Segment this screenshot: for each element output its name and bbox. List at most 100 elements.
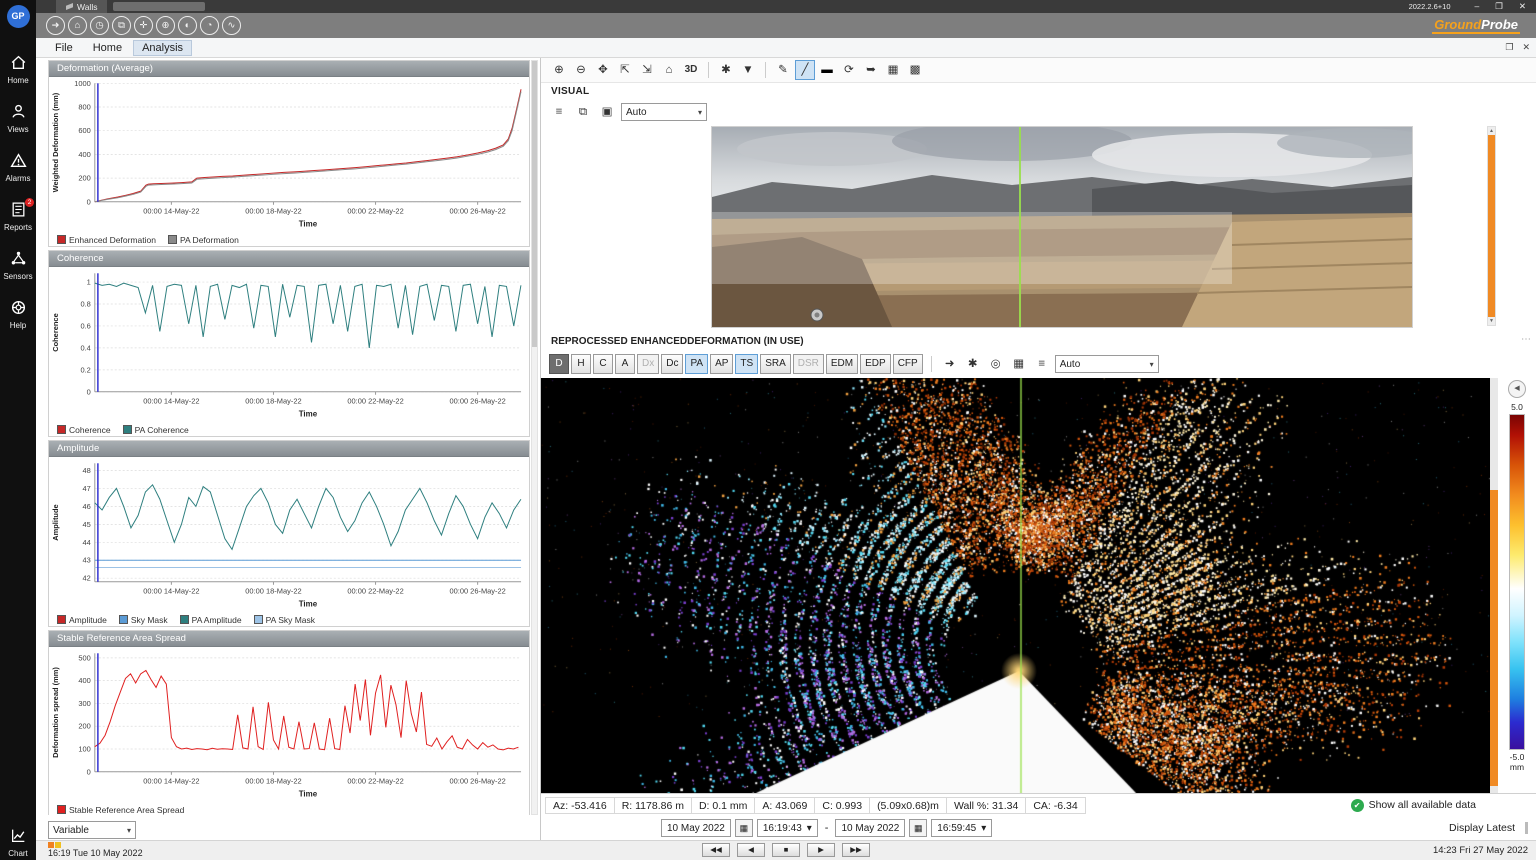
3d-view-icon[interactable]: 3D (681, 60, 701, 80)
doc-restore-button[interactable]: ❐ (1505, 42, 1513, 53)
sidebar-item-reports[interactable]: 2Reports (0, 201, 36, 232)
scale-mode-select[interactable]: Auto▾ (1055, 355, 1159, 373)
wave-icon[interactable]: ∿ (222, 16, 241, 35)
menu-tab-file[interactable]: File (46, 40, 82, 56)
collapse-colorbar-button[interactable]: ◀ (1508, 380, 1526, 398)
legend-item[interactable]: PA Amplitude (180, 615, 242, 625)
legend-item[interactable]: PA Deformation (168, 235, 239, 245)
radar-scrollbar[interactable] (1490, 378, 1498, 793)
close-button[interactable]: ✕ (1519, 1, 1526, 12)
from-date-picker[interactable]: 10 May 2022 (661, 819, 731, 837)
menu-tab-analysis[interactable]: Analysis (133, 40, 192, 56)
table-edit-icon[interactable]: ▩ (905, 60, 925, 80)
layer-button-ap[interactable]: AP (710, 354, 733, 374)
step-back-button[interactable]: ◀ (737, 843, 765, 857)
zoom-out-icon[interactable]: ⊖ (571, 60, 591, 80)
chart-plot[interactable]: 00.20.40.60.8100:00 14-May-2200:00 18-Ma… (49, 267, 529, 420)
layers-icon[interactable]: ⧉ (573, 102, 593, 122)
reset-view-icon[interactable]: ⇲ (637, 60, 657, 80)
layer-button-edp[interactable]: EDP (860, 354, 891, 374)
legend-item[interactable]: Enhanced Deformation (57, 235, 156, 245)
sidebar-item-chart[interactable]: Chart (0, 827, 36, 858)
visual-scrollbar[interactable]: ▲ ▼ (1487, 126, 1496, 326)
table-icon[interactable]: ▦ (883, 60, 903, 80)
layer-button-c[interactable]: C (593, 354, 613, 374)
edit-region-icon[interactable]: ✎ (773, 60, 793, 80)
from-time-picker[interactable]: 16:19:43▾ (757, 819, 818, 837)
variable-select[interactable]: Variable▾ (48, 821, 136, 839)
contrast-icon[interactable]: ◐ (178, 16, 197, 35)
home-icon[interactable]: ⌂ (68, 16, 87, 35)
legend-item[interactable]: Coherence (57, 425, 111, 435)
legend-item[interactable]: Stable Reference Area Spread (57, 805, 184, 815)
panorama-image[interactable] (711, 126, 1413, 328)
legend-item[interactable]: Amplitude (57, 615, 107, 625)
visual-scroll-thumb[interactable] (1488, 135, 1495, 317)
zoom-in-icon[interactable]: ⊕ (549, 60, 569, 80)
gauge-icon[interactable]: ◔ (200, 16, 219, 35)
maximize-button[interactable]: ❐ (1495, 1, 1503, 12)
radar-canvas[interactable] (541, 378, 1499, 793)
show-all-data-label[interactable]: Show all available data (1369, 799, 1476, 811)
refresh-icon[interactable]: ⟳ (839, 60, 859, 80)
charts-scroll-thumb[interactable] (532, 61, 537, 347)
radar-scan-view[interactable] (541, 378, 1499, 793)
display-latest-button[interactable]: Display Latest (1449, 822, 1528, 834)
image-icon[interactable]: ▣ (597, 102, 617, 122)
crosshair-icon[interactable]: ✛ (134, 16, 153, 35)
to-date-picker[interactable]: 10 May 2022 (835, 819, 905, 837)
line-tool-icon[interactable]: ╱ (795, 60, 815, 80)
minimize-button[interactable]: – (1475, 1, 1480, 12)
layer-button-pa[interactable]: PA (685, 354, 708, 374)
play-button[interactable]: ▶ (807, 843, 835, 857)
export-mask-icon[interactable]: ➥ (861, 60, 881, 80)
menu-tab-home[interactable]: Home (84, 40, 131, 56)
scroll-down-icon[interactable]: ▼ (1488, 318, 1495, 324)
layer-button-cfp[interactable]: CFP (893, 354, 923, 374)
gear-icon[interactable]: ✱ (963, 354, 983, 374)
radar-scroll-thumb[interactable] (1490, 490, 1498, 786)
export-icon[interactable]: ➜ (940, 354, 960, 374)
splitter-dots[interactable]: ⋯ (1521, 334, 1532, 345)
doc-close-button[interactable]: ✕ (1522, 42, 1530, 53)
tab-walls[interactable]: Walls (56, 0, 107, 13)
legend-item[interactable]: PA Coherence (123, 425, 189, 435)
layer-button-a[interactable]: A (615, 354, 635, 374)
chart-plot[interactable]: 010020030040050000:00 14-May-2200:00 18-… (49, 647, 529, 800)
layer-button-dc[interactable]: Dc (661, 354, 683, 374)
layer-button-edm[interactable]: EDM (826, 354, 858, 374)
layer-button-ts[interactable]: TS (735, 354, 758, 374)
rewind-button[interactable]: ◀◀ (702, 843, 730, 857)
sidebar-item-home[interactable]: Home (0, 54, 36, 85)
colorbar-gradient[interactable] (1509, 414, 1525, 750)
sidebar-item-views[interactable]: Views (0, 103, 36, 134)
layers-icon[interactable]: ⧉ (112, 16, 131, 35)
exit-icon[interactable]: ➜ (46, 16, 65, 35)
sidebar-item-sensors[interactable]: Sensors (0, 250, 36, 281)
tune-icon[interactable]: ≡ (549, 102, 569, 122)
processing-icon[interactable]: ✱ (716, 60, 736, 80)
sidebar-item-help[interactable]: Help (0, 299, 36, 330)
layer-button-d[interactable]: D (549, 354, 569, 374)
target-icon[interactable]: ◎ (986, 354, 1006, 374)
pan-icon[interactable]: ✥ (593, 60, 613, 80)
sidebar-item-alarms[interactable]: Alarms (0, 152, 36, 183)
chart-plot[interactable]: 4243444546474800:00 14-May-2200:00 18-Ma… (49, 457, 529, 610)
sliders-icon[interactable]: ≡ (1032, 354, 1052, 374)
forward-button[interactable]: ▶▶ (842, 843, 870, 857)
visual-mode-select[interactable]: Auto▾ (621, 103, 707, 121)
to-calendar-icon[interactable]: ▦ (909, 819, 927, 837)
zoom-icon[interactable]: ⊕ (156, 16, 175, 35)
fit-view-icon[interactable]: ⇱ (615, 60, 635, 80)
legend-item[interactable]: PA Sky Mask (254, 615, 315, 625)
chart-plot[interactable]: 0200400600800100000:00 14-May-2200:00 18… (49, 77, 529, 230)
quick-search-box[interactable] (113, 2, 205, 11)
charts-scrollbar[interactable] (531, 60, 538, 815)
home-view-icon[interactable]: ⌂ (659, 60, 679, 80)
layer-button-h[interactable]: H (571, 354, 591, 374)
scroll-up-icon[interactable]: ▲ (1488, 128, 1495, 134)
from-calendar-icon[interactable]: ▦ (735, 819, 753, 837)
stop-button[interactable]: ■ (772, 843, 800, 857)
user-avatar[interactable]: GP (7, 5, 30, 28)
grid-icon[interactable]: ▦ (1009, 354, 1029, 374)
